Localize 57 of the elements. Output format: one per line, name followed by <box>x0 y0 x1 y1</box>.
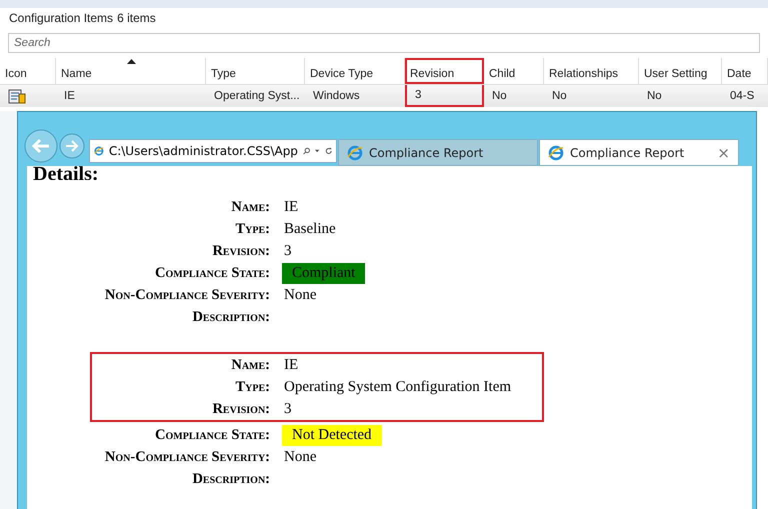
field-label: Type: <box>234 220 270 238</box>
table-cell-text: IE <box>63 89 76 104</box>
table-cell-text: No <box>551 89 568 104</box>
panel-title: Configuration Items <box>9 11 114 25</box>
table-row[interactable]: IE Operating Syst... Windows 3 No No No 04-S <box>0 85 768 107</box>
column-header[interactable]: Child <box>484 58 544 84</box>
column-header[interactable]: Date <box>722 58 768 84</box>
forward-button[interactable] <box>59 133 85 159</box>
status-badge: Compliant <box>282 262 366 284</box>
column-header[interactable]: Device Type <box>305 58 405 84</box>
field-value: Operating System Configuration Item <box>284 378 512 396</box>
column-header[interactable]: Icon <box>0 58 56 84</box>
table-cell-text: No <box>491 89 508 104</box>
browser-tab[interactable]: Compliance Report <box>338 139 538 166</box>
field-value: 3 <box>284 400 292 418</box>
column-header[interactable]: Type <box>206 58 305 84</box>
table-cell-text: Operating Syst... <box>213 89 301 104</box>
field-value: None <box>284 448 316 466</box>
field-label: Non-Compliance Severity: <box>104 286 270 304</box>
table-cell-text: No <box>646 89 663 104</box>
field-label: Name: <box>230 198 270 216</box>
field-value: 3 <box>284 242 292 260</box>
close-tab-button[interactable]: × <box>717 144 730 162</box>
refresh-icon[interactable] <box>324 145 332 157</box>
address-bar[interactable]: C:\Users\administrator.CSS\App <box>89 139 337 163</box>
search-field[interactable]: Search <box>8 33 760 53</box>
browser-logo-icon <box>548 144 564 160</box>
field-value: Baseline <box>284 220 336 238</box>
field-label: Type: <box>234 378 270 396</box>
field-label: Description: <box>191 470 270 488</box>
back-button[interactable] <box>24 129 58 163</box>
table-cell-text: 04-S <box>729 89 756 104</box>
item-count: 6 items <box>117 11 156 25</box>
browser-tab[interactable]: Compliance Report × <box>539 139 739 166</box>
table-cell: 3 <box>405 85 484 107</box>
column-header[interactable]: Relationships <box>544 58 639 84</box>
field-value: None <box>284 286 316 304</box>
table-cell-text: Windows <box>312 89 361 104</box>
field-value: IE <box>284 198 298 216</box>
page-heading: Details: <box>32 166 100 180</box>
field-label: Name: <box>230 356 270 374</box>
column-header[interactable]: Name <box>56 58 206 84</box>
field-value: IE <box>284 356 298 374</box>
field-label: Compliance State: <box>154 264 270 282</box>
field-label: Revision: <box>211 242 270 260</box>
status-badge: Not Detected <box>282 424 382 446</box>
dropdown-caret-icon[interactable] <box>315 149 320 153</box>
column-header[interactable]: User Setting <box>639 58 722 84</box>
field-label: Non-Compliance Severity: <box>104 448 270 466</box>
column-header[interactable]: Revision <box>405 58 484 84</box>
field-label: Description: <box>191 308 270 326</box>
sort-arrow-icon <box>126 59 136 64</box>
search-icon[interactable] <box>302 145 310 157</box>
configuration-item-icon <box>8 88 26 104</box>
browser-logo-icon <box>347 144 363 160</box>
field-label: Compliance State: <box>154 426 270 444</box>
field-label: Revision: <box>211 400 270 418</box>
